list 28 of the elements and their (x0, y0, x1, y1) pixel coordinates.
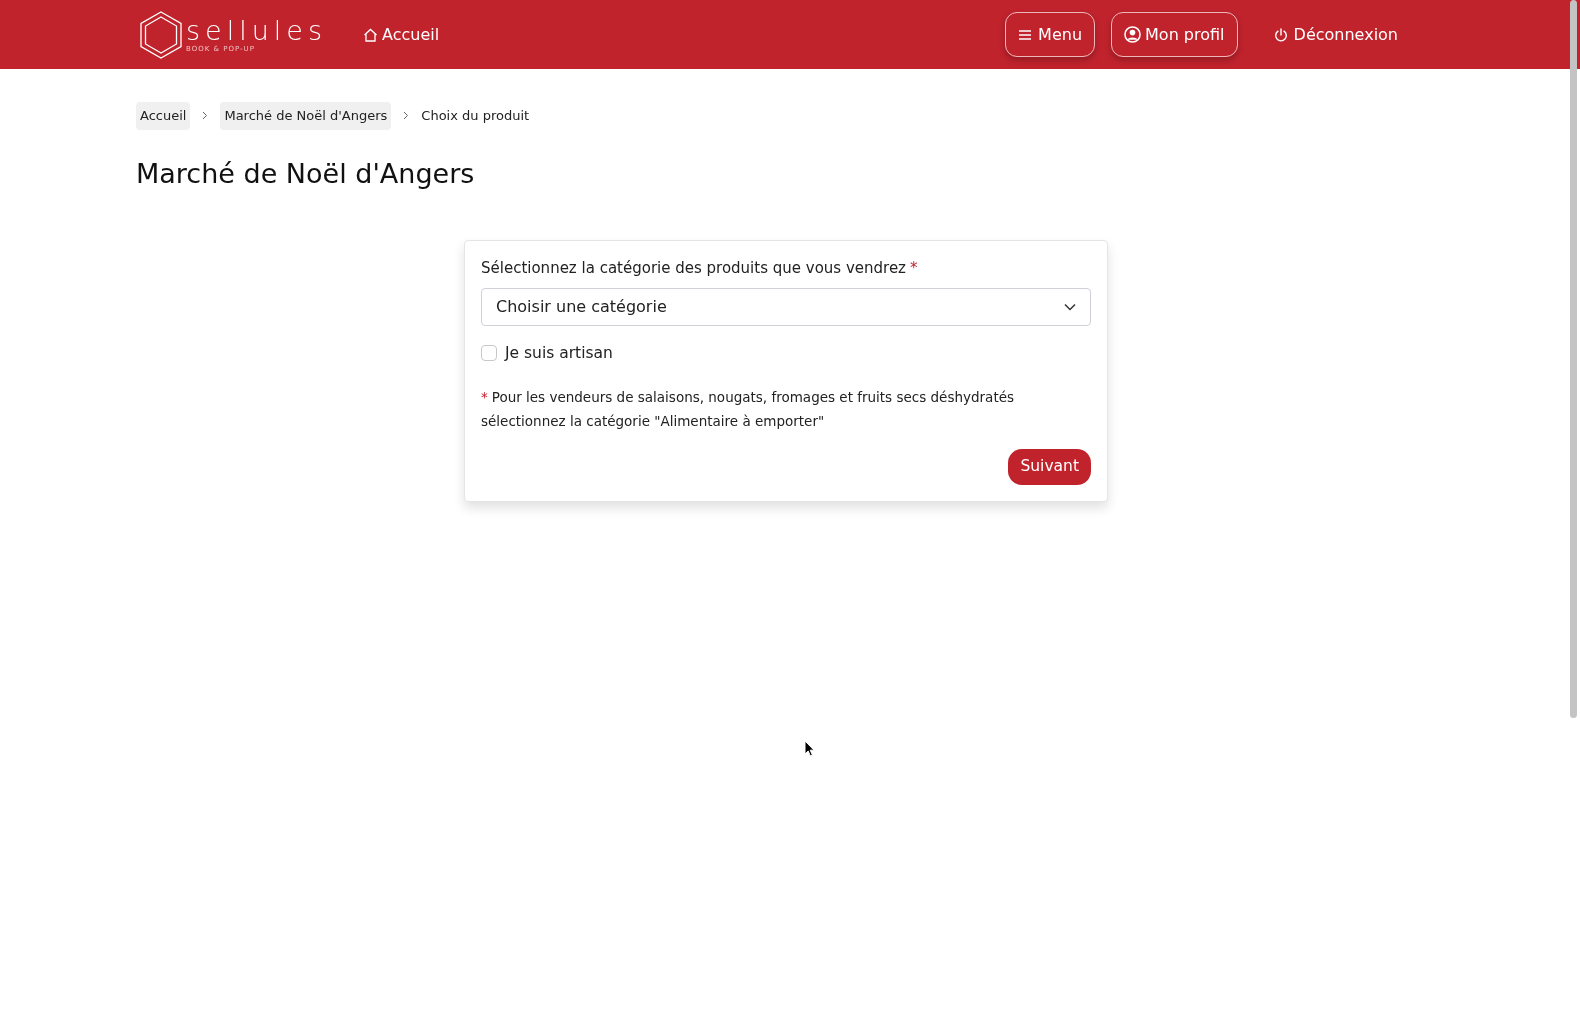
chevron-right-icon (403, 111, 410, 121)
scrollbar[interactable] (1570, 0, 1577, 718)
breadcrumb-link[interactable]: Accueil (136, 102, 191, 130)
field-label: Sélectionnez la catégorie des produits que vous vendrez (481, 258, 906, 279)
mouse-cursor-icon (804, 740, 815, 757)
home-link[interactable]: Accueil (363, 22, 440, 47)
artisan-checkbox[interactable] (481, 345, 497, 362)
profile-button[interactable]: Mon profil (1111, 12, 1238, 57)
chevron-down-icon (1064, 302, 1076, 311)
note-text: Pour les vendeurs de salaisons, nougats, fromages et fruits secs déshydratés (491, 387, 1014, 407)
checkbox-label: Je suis artisan (505, 342, 613, 364)
logo-wordmark: sellules (186, 16, 327, 44)
breadcrumb-link[interactable]: Marché de Noël d'Angers (220, 102, 392, 130)
home-icon (363, 27, 378, 42)
power-icon (1273, 27, 1288, 42)
next-button[interactable]: Suivant (1008, 448, 1091, 485)
required-mark: * (910, 258, 918, 279)
breadcrumb-current: Choix du produit (421, 107, 530, 125)
menu-button[interactable]: Menu (1005, 12, 1096, 57)
hexagon-logo-icon (138, 9, 184, 60)
chevron-right-icon (202, 111, 209, 121)
logout-button[interactable]: Déconnexion (1261, 12, 1410, 57)
note-mark: * (481, 387, 488, 407)
page-title: Marché de Noël d'Angers (135, 156, 476, 191)
note-text: sélectionnez la catégorie "Alimentaire à emporter" (481, 411, 826, 431)
menu-icon (1018, 28, 1033, 41)
category-select[interactable]: Choisir une catégorie (481, 287, 1091, 326)
user-icon (1124, 26, 1142, 43)
